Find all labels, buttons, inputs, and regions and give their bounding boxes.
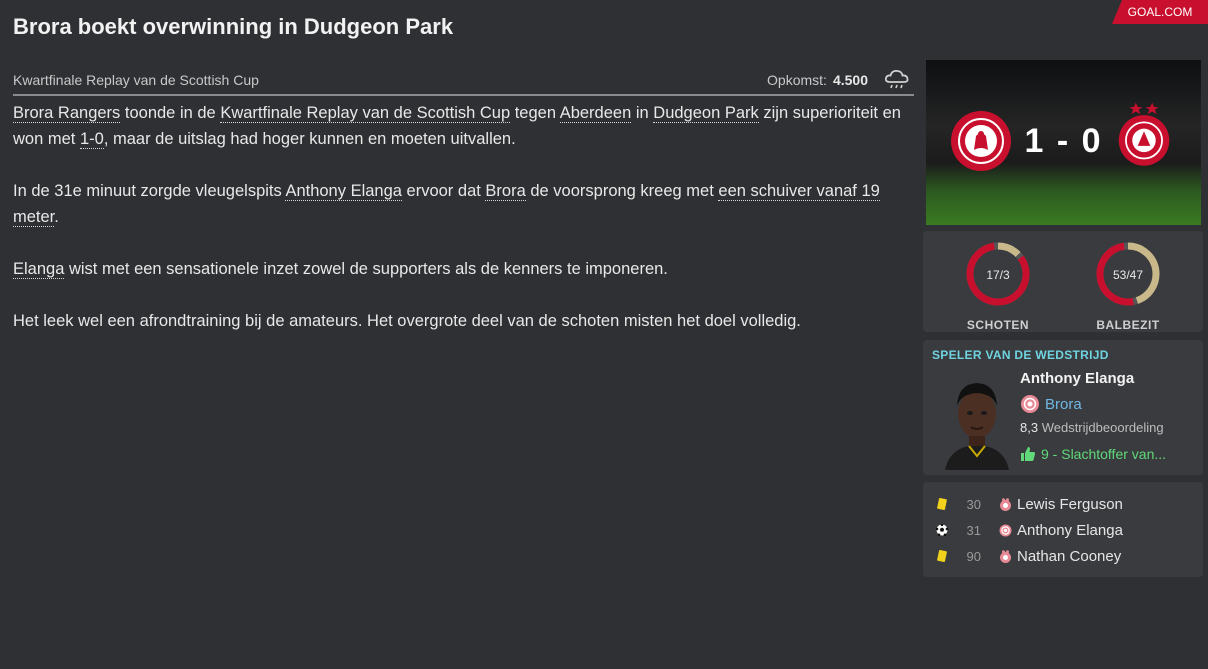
article-link[interactable]: Kwartfinale Replay van de Scottish Cup [220, 104, 511, 123]
article-text: . [54, 208, 59, 226]
article-text: , maar de uitslag had hoger kunnen en mo… [103, 130, 516, 148]
article-text: wist met een sensationele inzet zowel de… [64, 260, 668, 278]
article-link[interactable]: Anthony Elanga [285, 182, 402, 201]
motm-rating: 8,3 Wedstrijdbeoordeling [1020, 420, 1164, 435]
motm-rating-label: Wedstrijdbeoordeling [1041, 420, 1164, 435]
motm-trait-text: 9 - Slachtoffer van... [1041, 446, 1167, 462]
event-minute: 30 [966, 496, 981, 512]
motm-rating-value: 8,3 [1020, 420, 1039, 435]
article-text: in [631, 104, 654, 122]
motm-club[interactable]: Brora [1020, 394, 1082, 414]
article-link[interactable]: Aberdeen [559, 104, 632, 123]
match-stats-panel: 17/3 SCHOTEN 53/47 BALBEZIT [923, 231, 1203, 332]
thumbs-up-icon [1021, 447, 1036, 461]
article-link[interactable]: Elanga [13, 260, 65, 279]
attendance-label: Opkomst: [767, 72, 827, 88]
article-link[interactable]: Brora [485, 182, 526, 201]
event-minute: 90 [966, 548, 981, 564]
match-events-panel: 30 Lewis Ferguson 31 Anthony Elanga 90 N… [923, 482, 1203, 577]
report-paragraph: In de 31e minuut zorgde vleugelspits Ant… [13, 178, 913, 230]
event-player: Nathan Cooney [1017, 547, 1122, 565]
motm-player-name[interactable]: Anthony Elanga [1020, 370, 1134, 387]
match-report-text: Brora Rangers toonde in de Kwartfinale R… [13, 100, 913, 360]
rain-cloud-icon [884, 69, 909, 89]
report-paragraph: Brora Rangers toonde in de Kwartfinale R… [13, 100, 913, 152]
event-player: Lewis Ferguson [1017, 495, 1123, 513]
event-row[interactable]: 90 Nathan Cooney [923, 545, 1203, 567]
shots-label: SCHOTEN [966, 318, 1030, 332]
brora-badge-icon [999, 524, 1012, 536]
motm-club-name: Brora [1045, 395, 1082, 413]
possession-ring-chart: 53/47 [1096, 242, 1160, 306]
motm-header: SPELER VAN DE WEDSTRIJD [932, 348, 1109, 362]
aberdeen-crest-icon [1118, 102, 1170, 166]
aberdeen-badge-icon [1000, 549, 1011, 563]
event-row[interactable]: 30 Lewis Ferguson [923, 493, 1203, 515]
article-text: Het leek wel een afrondtraining bij de a… [13, 312, 801, 330]
article-link[interactable]: 1-0 [79, 130, 104, 149]
shots-ring-chart: 17/3 [966, 242, 1030, 306]
event-player: Anthony Elanga [1017, 521, 1123, 539]
yellow-card-icon [937, 550, 947, 562]
report-paragraph: Het leek wel een afrondtraining bij de a… [13, 308, 913, 334]
report-paragraph: Elanga wist met een sensationele inzet z… [13, 256, 913, 282]
possession-label: BALBEZIT [1096, 318, 1160, 332]
article-text: ervoor dat [401, 182, 486, 200]
yellow-card-icon [937, 498, 947, 510]
article-text: In de 31e minuut zorgde vleugelspits [13, 182, 286, 200]
aberdeen-badge-icon [1000, 497, 1011, 511]
article-link[interactable]: Brora Rangers [13, 104, 121, 123]
goal-ball-icon [936, 524, 948, 536]
attendance: Opkomst: 4.500 [767, 69, 910, 91]
article-text: de voorsprong kreeg met [525, 182, 719, 200]
motm-trait[interactable]: 9 - Slachtoffer van... [1020, 446, 1166, 462]
match-info-bar: Kwartfinale Replay van de Scottish Cup O… [13, 66, 914, 96]
competition-label[interactable]: Kwartfinale Replay van de Scottish Cup [13, 72, 259, 88]
shots-stat: 17/3 SCHOTEN [943, 239, 1053, 332]
goal-com-logo: GOAL.COM [1112, 0, 1208, 24]
shots-value: 17/3 [986, 268, 1010, 282]
article-text: tegen [510, 104, 560, 122]
event-minute: 31 [966, 522, 981, 538]
event-row[interactable]: 31 Anthony Elanga [923, 519, 1203, 541]
player-of-the-match-panel: SPELER VAN DE WEDSTRIJD Anthony Elanga B… [923, 340, 1203, 475]
scoreboard-image: 1 - 0 [926, 60, 1201, 225]
article-title: Brora boekt overwinning in Dudgeon Park [13, 14, 454, 39]
article-link[interactable]: Dudgeon Park [653, 104, 759, 123]
player-photo [945, 383, 1009, 470]
possession-value: 53/47 [1113, 268, 1143, 282]
brora-badge-icon [1021, 395, 1039, 413]
attendance-value: 4.500 [832, 72, 868, 88]
possession-stat: 53/47 BALBEZIT [1073, 239, 1183, 332]
article-text: toonde in de [120, 104, 221, 122]
